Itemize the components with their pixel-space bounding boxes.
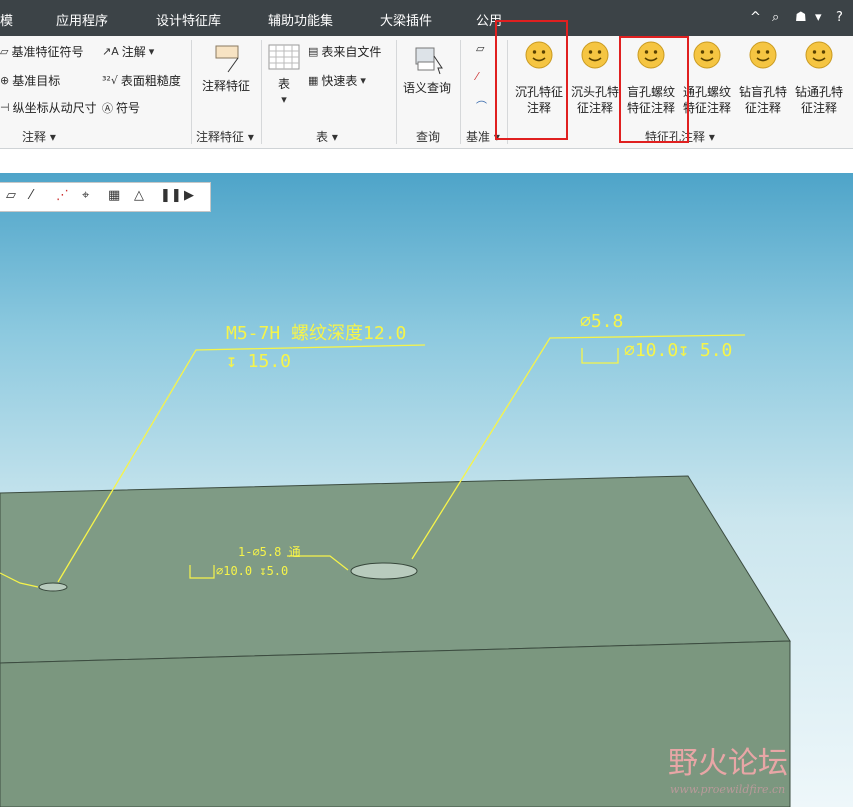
group-label-table[interactable]: 表 ▾ [316, 128, 338, 145]
symbol-button[interactable]: Ⓐ 符号 [102, 99, 140, 116]
annotation-feature-icon [215, 45, 239, 73]
highlight-box [619, 36, 689, 143]
axis-tool-button[interactable]: ⁄ [476, 70, 478, 83]
target-icon: ⊕ [0, 74, 10, 87]
group-label-query[interactable]: 查询 [416, 128, 440, 145]
hole-annotation-line2[interactable]: ⌀10.0↧ 5.0 [624, 340, 732, 361]
menu-beam-plugin[interactable]: 大梁插件 [380, 10, 432, 29]
curve-icon: ⌒ [476, 100, 487, 113]
annotation-feature-button[interactable]: 注释特征 [196, 42, 256, 94]
symbol-icon: Ⓐ [102, 101, 113, 115]
graphics-toolbar: ▱ ⁄ ⋰ ⌖ ▦ △ ❚❚ ▶ [0, 182, 211, 212]
smiley-icon [749, 41, 777, 69]
datum-target-button[interactable]: ⊕ 基准目标 [0, 72, 60, 89]
ribbon-gap [0, 149, 853, 173]
thread-annotation-line1[interactable]: M5-7H 螺纹深度12.0 [226, 319, 406, 345]
collapse-ribbon-icon[interactable]: ^ [750, 10, 761, 25]
small-annotation-line2[interactable]: ⌀10.0 ↧5.0 [216, 564, 288, 578]
watermark-url: www.proewildfire.cn [670, 783, 786, 796]
axis-display-icon[interactable]: ⁄ [30, 188, 32, 203]
watermark-logo: 野火论坛 [668, 746, 788, 781]
menu-bar: 模 应用程序 设计特征库 辅助功能集 大梁插件 公用 ^ ⌕ ☗ ▾ ? [0, 0, 853, 36]
dropdown-icon[interactable]: ▾ [815, 10, 822, 25]
axis-icon: ⁄ [476, 70, 478, 83]
learning-icon[interactable]: ☗ [795, 10, 807, 25]
hole-annotation-line1[interactable]: ⌀5.8 [580, 311, 623, 332]
menu-applications[interactable]: 应用程序 [56, 10, 108, 29]
spin-center-icon[interactable]: △ [134, 188, 144, 203]
smiley-icon [693, 41, 721, 69]
quick-table-icon: ▦ [308, 74, 319, 87]
chevron-down-icon: ▾ [360, 74, 366, 87]
menu-feature-library[interactable]: 设计特征库 [156, 10, 221, 29]
group-label-annotation-feature[interactable]: 注释特征 ▾ [196, 128, 254, 145]
table-grid-icon [268, 44, 300, 70]
smiley-icon [581, 41, 609, 69]
menu-aux-tools[interactable]: 辅助功能集 [268, 10, 333, 29]
thread-annotation-line2[interactable]: ↧ 15.0 [226, 351, 291, 372]
datum-symbol-icon: ▱ [0, 45, 9, 58]
plane-tool-button[interactable]: ▱ [476, 42, 484, 55]
ordinate-icon: ⊣ [0, 101, 10, 114]
divider [460, 40, 461, 144]
semantic-query-icon [415, 47, 443, 75]
divider [396, 40, 397, 144]
graphics-viewport[interactable]: M5-7H 螺纹深度12.0 ↧ 15.0 ⌀5.8 ⌀10.0↧ 5.0 1-… [0, 173, 853, 807]
smiley-icon [805, 41, 833, 69]
table-button[interactable]: 表 ▾ [266, 44, 302, 106]
pause-icon[interactable]: ❚❚ [160, 188, 182, 203]
highlight-box [495, 20, 568, 140]
ordinate-dimension-button[interactable]: ⊣ 纵坐标从动尺寸 [0, 99, 97, 116]
divider [191, 40, 192, 144]
surface-finish-icon: ³²√ [102, 74, 118, 87]
quick-table-button[interactable]: ▦ 快速表 ▾ [308, 72, 366, 89]
drill-through-annotation-button[interactable]: 钻通孔特 征注释 [790, 40, 848, 120]
plane-display-icon[interactable]: ▱ [6, 188, 16, 203]
hole-small [38, 582, 68, 592]
search-icon[interactable]: ⌕ [772, 10, 779, 25]
counterbore-symbol [581, 348, 619, 364]
csys-display-icon[interactable]: ⌖ [82, 188, 89, 203]
chevron-down-icon: ▾ [148, 45, 155, 58]
hole-large [350, 562, 418, 580]
small-annotation-line1[interactable]: 1-⌀5.8 通 [238, 543, 301, 560]
annotation-display-icon[interactable]: ▦ [108, 188, 120, 203]
drill-blind-annotation-button[interactable]: 钻盲孔特 征注释 [734, 40, 792, 120]
note-icon: ↗A [102, 45, 119, 58]
table-from-file-button[interactable]: ▤ 表来自文件 [308, 43, 381, 60]
curve-tool-button[interactable]: ⌒ [476, 98, 487, 114]
note-button[interactable]: ↗A 注解 ▾ [102, 43, 154, 60]
datum-feature-symbol-button[interactable]: ▱ 基准特征符号 [0, 43, 83, 60]
divider [261, 40, 262, 144]
countersink-annotation-button[interactable]: 沉头孔特 征注释 [566, 40, 624, 120]
model-canvas [0, 334, 791, 807]
view-options-icon[interactable]: ▶ [184, 188, 194, 203]
menu-model[interactable]: 模 [0, 10, 13, 29]
help-icon[interactable]: ? [836, 10, 843, 25]
chevron-down-icon: ▾ [281, 93, 287, 106]
plane-icon: ▱ [476, 42, 485, 55]
group-label-annotation[interactable]: 注释 ▾ [22, 128, 56, 145]
surface-finish-button[interactable]: ³²√ 表面粗糙度 [102, 72, 181, 89]
table-file-icon: ▤ [308, 45, 319, 58]
point-display-icon[interactable]: ⋰ [56, 188, 69, 203]
semantic-query-button[interactable]: 语义查询 [400, 42, 454, 96]
